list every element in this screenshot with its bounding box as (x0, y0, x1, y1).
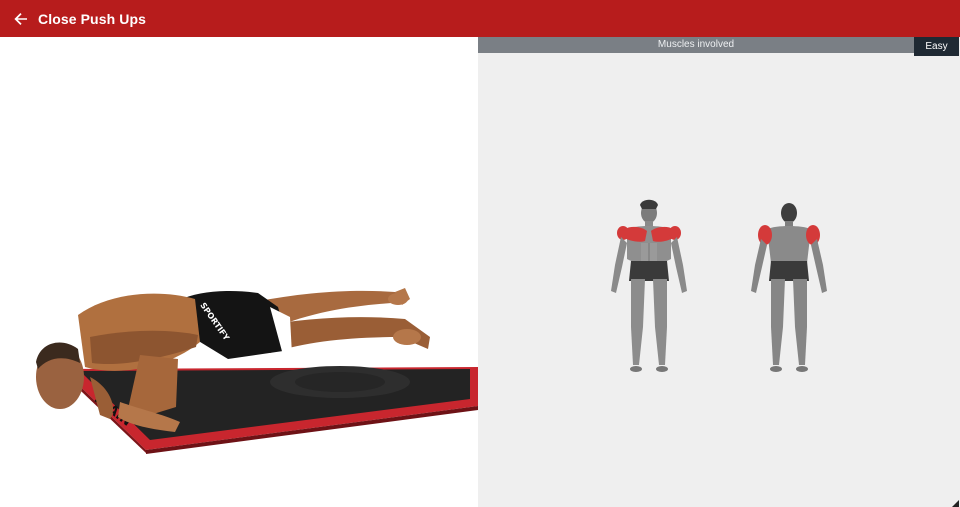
rear-delt-right-highlight (806, 225, 820, 245)
push-up-illustration: TRAIN SPORTIFY (36, 288, 478, 454)
front-body-figure (611, 199, 687, 372)
rear-delt-left-highlight (758, 225, 772, 245)
app-bar: Close Push Ups (0, 0, 960, 37)
muscle-map (611, 199, 827, 372)
back-button[interactable] (6, 0, 36, 37)
arrow-back-icon (14, 12, 27, 25)
muscles-panel: Muscles involved Easy (478, 37, 960, 507)
resize-corner-icon (952, 500, 959, 507)
page-title: Close Push Ups (38, 10, 146, 27)
exercise-animation: TRAIN SPORTIFY (0, 37, 478, 507)
back-body-figure (751, 203, 827, 372)
